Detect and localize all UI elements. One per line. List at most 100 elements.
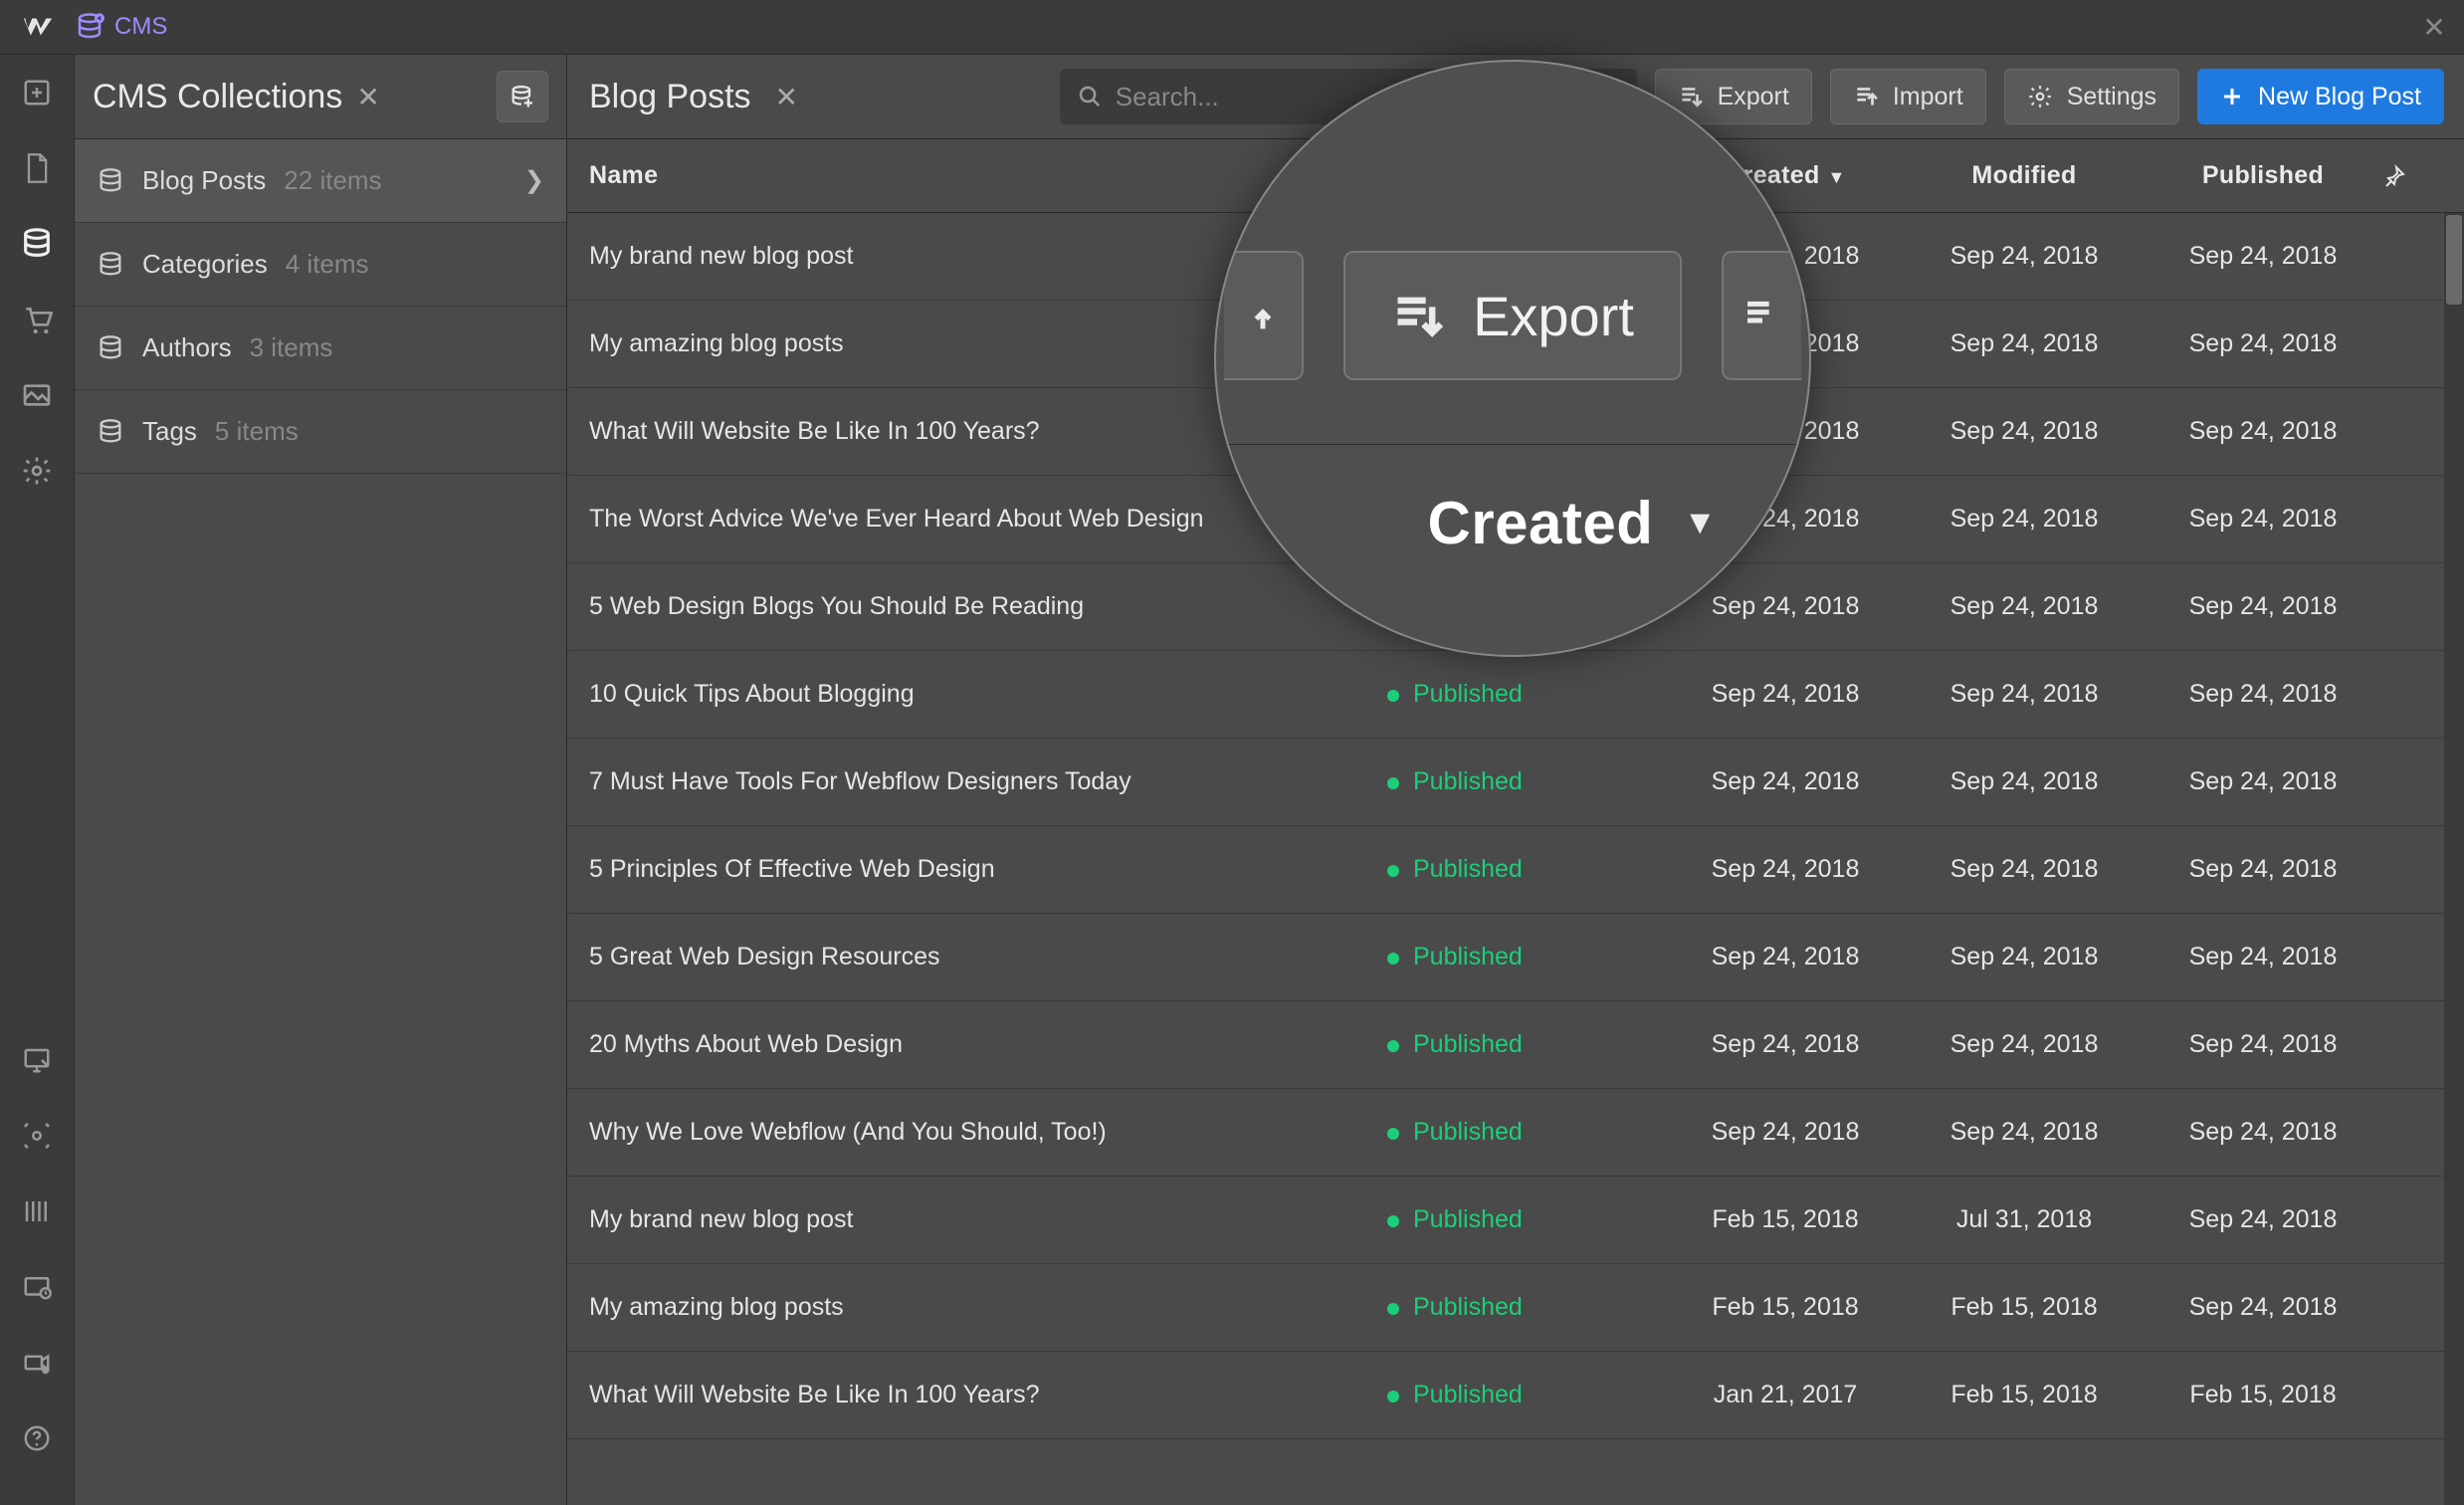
collections-title: CMS Collections (93, 78, 342, 116)
cell-name: 5 Great Web Design Resources (589, 943, 1387, 971)
cell-name: My brand new blog post (589, 1205, 1387, 1234)
cms-icon[interactable] (14, 221, 60, 267)
collection-count: 4 items (286, 249, 369, 280)
cell-name: 5 Web Design Blogs You Should Be Reading (589, 592, 1387, 621)
cell-published: Feb 15, 2018 (2144, 1381, 2382, 1409)
cell-created: Jan 21, 2017 (1666, 1381, 1905, 1409)
new-post-label: New Blog Post (2258, 83, 2421, 111)
magnifier-overlay: Export Created ▼ (1214, 60, 1811, 657)
export-label: Export (1718, 83, 1789, 111)
collection-count: 22 items (284, 165, 381, 196)
assets-icon[interactable] (14, 372, 60, 418)
close-panel-button[interactable]: ✕ (2414, 7, 2454, 47)
collections-panel: CMS Collections ✕ Blog Posts 22 items ❯ … (75, 55, 567, 1505)
settings-icon[interactable] (14, 448, 60, 494)
xray-icon[interactable] (14, 1113, 60, 1159)
video-icon[interactable] (14, 1340, 60, 1386)
ecommerce-icon[interactable] (14, 297, 60, 342)
page-context: CMS (75, 12, 167, 42)
cell-published: Sep 24, 2018 (2144, 1118, 2382, 1147)
database-icon (97, 251, 124, 279)
cell-published: Sep 24, 2018 (2144, 680, 2382, 709)
left-toolstrip (0, 55, 75, 1505)
table-row[interactable]: My amazing blog posts Published Feb 15, … (567, 1264, 2464, 1352)
export-icon (1391, 290, 1443, 341)
add-collection-button[interactable] (497, 71, 548, 122)
collection-count: 5 items (215, 416, 299, 447)
settings-label: Settings (2067, 83, 2156, 111)
cell-published: Sep 24, 2018 (2144, 1293, 2382, 1322)
mag-created-header[interactable]: Created ▼ (1427, 489, 1717, 557)
collection-name: Blog Posts (142, 165, 266, 196)
cell-published: Sep 24, 2018 (2144, 855, 2382, 884)
new-blog-post-button[interactable]: New Blog Post (2197, 69, 2444, 124)
content-title: Blog Posts (589, 78, 751, 116)
import-icon (1853, 84, 1879, 109)
collection-item[interactable]: Tags 5 items (75, 390, 566, 474)
webflow-logo-icon[interactable] (10, 0, 65, 55)
search-icon (1078, 84, 1102, 109)
cell-published: Sep 24, 2018 (2144, 417, 2382, 446)
close-collections-button[interactable]: ✕ (356, 81, 379, 113)
cell-name: 5 Principles Of Effective Web Design (589, 855, 1387, 884)
preview-desktop-icon[interactable] (14, 1037, 60, 1083)
table-row[interactable]: 5 Principles Of Effective Web Design Pub… (567, 826, 2464, 914)
scrollbar-thumb[interactable] (2446, 215, 2462, 305)
col-modified[interactable]: Modified (1905, 161, 2144, 190)
cell-created: Feb 15, 2018 (1666, 1205, 1905, 1234)
add-element-icon[interactable] (14, 70, 60, 115)
grid-icon[interactable] (14, 1188, 60, 1234)
cell-name: 20 Myths About Web Design (589, 1030, 1387, 1059)
col-published[interactable]: Published (2144, 161, 2382, 190)
database-icon (97, 167, 124, 195)
scrollbar[interactable] (2444, 213, 2464, 1505)
cell-created: Sep 24, 2018 (1666, 1118, 1905, 1147)
cell-name: My amazing blog posts (589, 1293, 1387, 1322)
plus-icon (2220, 85, 2244, 108)
cell-created: Sep 24, 2018 (1666, 680, 1905, 709)
cell-published: Sep 24, 2018 (2144, 592, 2382, 621)
sort-desc-icon: ▼ (1828, 167, 1846, 187)
pin-column-icon[interactable] (2382, 164, 2442, 188)
cell-status: Published (1387, 855, 1666, 884)
collection-count: 3 items (250, 332, 333, 363)
cell-modified: Sep 24, 2018 (1905, 680, 2144, 709)
cell-modified: Sep 24, 2018 (1905, 242, 2144, 271)
cell-status: Published (1387, 1381, 1666, 1409)
cell-published: Sep 24, 2018 (2144, 505, 2382, 534)
cell-published: Sep 24, 2018 (2144, 242, 2382, 271)
collection-item[interactable]: Blog Posts 22 items ❯ (75, 139, 566, 223)
database-icon (97, 334, 124, 362)
table-row[interactable]: Why We Love Webflow (And You Should, Too… (567, 1089, 2464, 1177)
cell-created: Sep 24, 2018 (1666, 1030, 1905, 1059)
close-content-button[interactable]: ✕ (775, 81, 798, 113)
cell-published: Sep 24, 2018 (2144, 1030, 2382, 1059)
collection-item[interactable]: Authors 3 items (75, 307, 566, 390)
cell-status: Published (1387, 1030, 1666, 1059)
cell-modified: Sep 24, 2018 (1905, 1118, 2144, 1147)
audit-icon[interactable] (14, 1264, 60, 1310)
table-row[interactable]: 20 Myths About Web Design Published Sep … (567, 1001, 2464, 1089)
cell-status: Published (1387, 943, 1666, 971)
gear-icon (2027, 84, 2053, 109)
mag-left-partial-button (1224, 251, 1304, 380)
cell-published: Sep 24, 2018 (2144, 943, 2382, 971)
help-icon[interactable] (14, 1415, 60, 1461)
pages-icon[interactable] (14, 145, 60, 191)
cell-name: 10 Quick Tips About Blogging (589, 680, 1387, 709)
database-stack-icon (75, 12, 104, 42)
cell-created: Feb 15, 2018 (1666, 1293, 1905, 1322)
import-button[interactable]: Import (1830, 69, 1986, 124)
mag-export-button[interactable]: Export (1343, 251, 1682, 380)
table-row[interactable]: 7 Must Have Tools For Webflow Designers … (567, 739, 2464, 826)
export-icon (1678, 84, 1704, 109)
table-row[interactable]: 5 Great Web Design Resources Published S… (567, 914, 2464, 1001)
settings-button[interactable]: Settings (2004, 69, 2179, 124)
collection-item[interactable]: Categories 4 items (75, 223, 566, 307)
cell-modified: Feb 15, 2018 (1905, 1381, 2144, 1409)
table-row[interactable]: What Will Website Be Like In 100 Years? … (567, 1352, 2464, 1439)
cell-status: Published (1387, 680, 1666, 709)
collection-name: Tags (142, 416, 197, 447)
table-row[interactable]: 10 Quick Tips About Blogging Published S… (567, 651, 2464, 739)
table-row[interactable]: My brand new blog post Published Feb 15,… (567, 1177, 2464, 1264)
